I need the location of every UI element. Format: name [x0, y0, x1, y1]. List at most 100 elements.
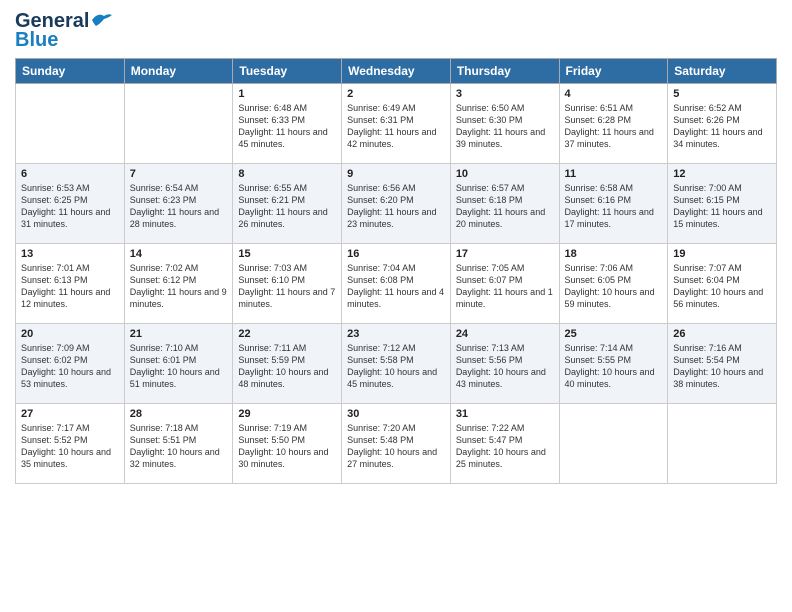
calendar-cell: 2Sunrise: 6:49 AM Sunset: 6:31 PM Daylig… [342, 84, 451, 164]
calendar-cell: 29 Sunrise: 7:19 AM Sunset: 5:50 PM Dayli… [233, 404, 342, 484]
calendar-cell [668, 404, 777, 484]
calendar-cell: 12 Sunrise: 7:00 AM Sunset: 6:15 PM Dayli… [668, 164, 777, 244]
calendar-cell: 23 Sunrise: 7:12 AM Sunset: 5:58 PM Dayli… [342, 324, 451, 404]
calendar-cell: 14 Sunrise: 7:02 AM Sunset: 6:12 PM Dayli… [124, 244, 233, 324]
logo-blue: Blue [15, 29, 58, 52]
calendar-header-row: SundayMondayTuesdayWednesdayThursdayFrid… [16, 59, 777, 84]
day-number: 6 [21, 168, 119, 180]
day-number: 15 [238, 248, 336, 260]
day-number: 29 [238, 408, 336, 420]
calendar-week-1: 1 Sunrise: 6:48 AM Sunset: 6:33 PM Daylig… [16, 84, 777, 164]
day-content: Sunrise: 6:58 AM Sunset: 6:16 PM Dayligh… [565, 182, 663, 231]
day-number: 10 [456, 168, 554, 180]
day-number: 18 [565, 248, 663, 260]
calendar-table: SundayMondayTuesdayWednesdayThursdayFrid… [15, 58, 777, 484]
day-number: 1 [238, 88, 336, 100]
logo: General Blue [15, 10, 112, 52]
day-content: Sunrise: 6:57 AM Sunset: 6:18 PM Dayligh… [456, 182, 554, 231]
day-number: 8 [238, 168, 336, 180]
day-content: Sunrise: 6:54 AM Sunset: 6:23 PM Dayligh… [130, 182, 228, 231]
calendar-cell: 5 Sunrise: 6:52 AM Sunset: 6:26 PM Daylig… [668, 84, 777, 164]
calendar-week-5: 27 Sunrise: 7:17 AM Sunset: 5:52 PM Dayli… [16, 404, 777, 484]
day-content: Sunrise: 7:02 AM Sunset: 6:12 PM Dayligh… [130, 262, 228, 311]
day-content: Sunrise: 6:53 AM Sunset: 6:25 PM Dayligh… [21, 182, 119, 231]
calendar-cell: 21Sunrise: 7:10 AM Sunset: 6:01 PM Dayli… [124, 324, 233, 404]
day-number: 4 [565, 88, 663, 100]
day-content: Sunrise: 7:18 AM Sunset: 5:51 PM Dayligh… [130, 422, 228, 471]
calendar-cell: 6 Sunrise: 6:53 AM Sunset: 6:25 PM Daylig… [16, 164, 125, 244]
calendar-cell: 27 Sunrise: 7:17 AM Sunset: 5:52 PM Dayli… [16, 404, 125, 484]
day-number: 26 [673, 328, 771, 340]
day-content: Sunrise: 6:51 AM Sunset: 6:28 PM Dayligh… [565, 102, 663, 151]
calendar-cell: 10 Sunrise: 6:57 AM Sunset: 6:18 PM Dayli… [450, 164, 559, 244]
day-content: Sunrise: 7:00 AM Sunset: 6:15 PM Dayligh… [673, 182, 771, 231]
day-number: 14 [130, 248, 228, 260]
day-number: 28 [130, 408, 228, 420]
calendar-cell: 4 Sunrise: 6:51 AM Sunset: 6:28 PM Daylig… [559, 84, 668, 164]
calendar-cell: 11Sunrise: 6:58 AM Sunset: 6:16 PM Dayli… [559, 164, 668, 244]
day-number: 20 [21, 328, 119, 340]
calendar-cell [559, 404, 668, 484]
day-number: 22 [238, 328, 336, 340]
day-content: Sunrise: 7:03 AM Sunset: 6:10 PM Dayligh… [238, 262, 336, 311]
day-number: 19 [673, 248, 771, 260]
day-number: 27 [21, 408, 119, 420]
day-number: 12 [673, 168, 771, 180]
calendar-cell: 30 Sunrise: 7:20 AM Sunset: 5:48 PM Dayli… [342, 404, 451, 484]
day-number: 13 [21, 248, 119, 260]
day-number: 21 [130, 328, 228, 340]
calendar-cell: 9 Sunrise: 6:56 AM Sunset: 6:20 PM Daylig… [342, 164, 451, 244]
day-content: Sunrise: 7:05 AM Sunset: 6:07 PM Dayligh… [456, 262, 554, 311]
day-number: 2 [347, 88, 445, 100]
calendar-cell: 17 Sunrise: 7:05 AM Sunset: 6:07 PM Dayli… [450, 244, 559, 324]
calendar-week-3: 13 Sunrise: 7:01 AM Sunset: 6:13 PM Dayli… [16, 244, 777, 324]
header: General Blue [15, 10, 777, 52]
day-content: Sunrise: 7:12 AM Sunset: 5:58 PM Dayligh… [347, 342, 445, 391]
day-content: Sunrise: 7:13 AM Sunset: 5:56 PM Dayligh… [456, 342, 554, 391]
day-number: 31 [456, 408, 554, 420]
day-content: Sunrise: 6:56 AM Sunset: 6:20 PM Dayligh… [347, 182, 445, 231]
day-content: Sunrise: 7:07 AM Sunset: 6:04 PM Dayligh… [673, 262, 771, 311]
calendar-cell [124, 84, 233, 164]
logo-bird-icon [90, 12, 112, 28]
calendar-cell: 19 Sunrise: 7:07 AM Sunset: 6:04 PM Dayli… [668, 244, 777, 324]
day-content: Sunrise: 7:04 AM Sunset: 6:08 PM Dayligh… [347, 262, 445, 311]
calendar-cell: 7Sunrise: 6:54 AM Sunset: 6:23 PM Daylig… [124, 164, 233, 244]
weekday-header-tuesday: Tuesday [233, 59, 342, 84]
day-number: 23 [347, 328, 445, 340]
calendar-cell: 15 Sunrise: 7:03 AM Sunset: 6:10 PM Dayli… [233, 244, 342, 324]
calendar-week-2: 6 Sunrise: 6:53 AM Sunset: 6:25 PM Daylig… [16, 164, 777, 244]
day-number: 9 [347, 168, 445, 180]
day-number: 25 [565, 328, 663, 340]
main-container: General Blue SundayMondayTuesdayWednesda… [0, 0, 792, 489]
day-number: 3 [456, 88, 554, 100]
calendar-cell: 16Sunrise: 7:04 AM Sunset: 6:08 PM Dayli… [342, 244, 451, 324]
day-number: 30 [347, 408, 445, 420]
calendar-cell: 31 Sunrise: 7:22 AM Sunset: 5:47 PM Dayli… [450, 404, 559, 484]
weekday-header-friday: Friday [559, 59, 668, 84]
calendar-cell: 20 Sunrise: 7:09 AM Sunset: 6:02 PM Dayli… [16, 324, 125, 404]
day-content: Sunrise: 7:17 AM Sunset: 5:52 PM Dayligh… [21, 422, 119, 471]
day-content: Sunrise: 7:09 AM Sunset: 6:02 PM Dayligh… [21, 342, 119, 391]
day-content: Sunrise: 7:06 AM Sunset: 6:05 PM Dayligh… [565, 262, 663, 311]
day-content: Sunrise: 7:20 AM Sunset: 5:48 PM Dayligh… [347, 422, 445, 471]
day-content: Sunrise: 6:55 AM Sunset: 6:21 PM Dayligh… [238, 182, 336, 231]
day-content: Sunrise: 7:16 AM Sunset: 5:54 PM Dayligh… [673, 342, 771, 391]
day-content: Sunrise: 7:22 AM Sunset: 5:47 PM Dayligh… [456, 422, 554, 471]
day-content: Sunrise: 6:48 AM Sunset: 6:33 PM Dayligh… [238, 102, 336, 151]
day-number: 5 [673, 88, 771, 100]
calendar-cell: 3Sunrise: 6:50 AM Sunset: 6:30 PM Daylig… [450, 84, 559, 164]
calendar-cell: 25 Sunrise: 7:14 AM Sunset: 5:55 PM Dayli… [559, 324, 668, 404]
day-content: Sunrise: 7:14 AM Sunset: 5:55 PM Dayligh… [565, 342, 663, 391]
day-content: Sunrise: 7:11 AM Sunset: 5:59 PM Dayligh… [238, 342, 336, 391]
day-content: Sunrise: 6:52 AM Sunset: 6:26 PM Dayligh… [673, 102, 771, 151]
day-number: 17 [456, 248, 554, 260]
calendar-cell: 24 Sunrise: 7:13 AM Sunset: 5:56 PM Dayli… [450, 324, 559, 404]
weekday-header-monday: Monday [124, 59, 233, 84]
day-content: Sunrise: 7:19 AM Sunset: 5:50 PM Dayligh… [238, 422, 336, 471]
day-number: 24 [456, 328, 554, 340]
weekday-header-thursday: Thursday [450, 59, 559, 84]
calendar-cell [16, 84, 125, 164]
day-content: Sunrise: 7:01 AM Sunset: 6:13 PM Dayligh… [21, 262, 119, 311]
calendar-cell: 28 Sunrise: 7:18 AM Sunset: 5:51 PM Dayli… [124, 404, 233, 484]
